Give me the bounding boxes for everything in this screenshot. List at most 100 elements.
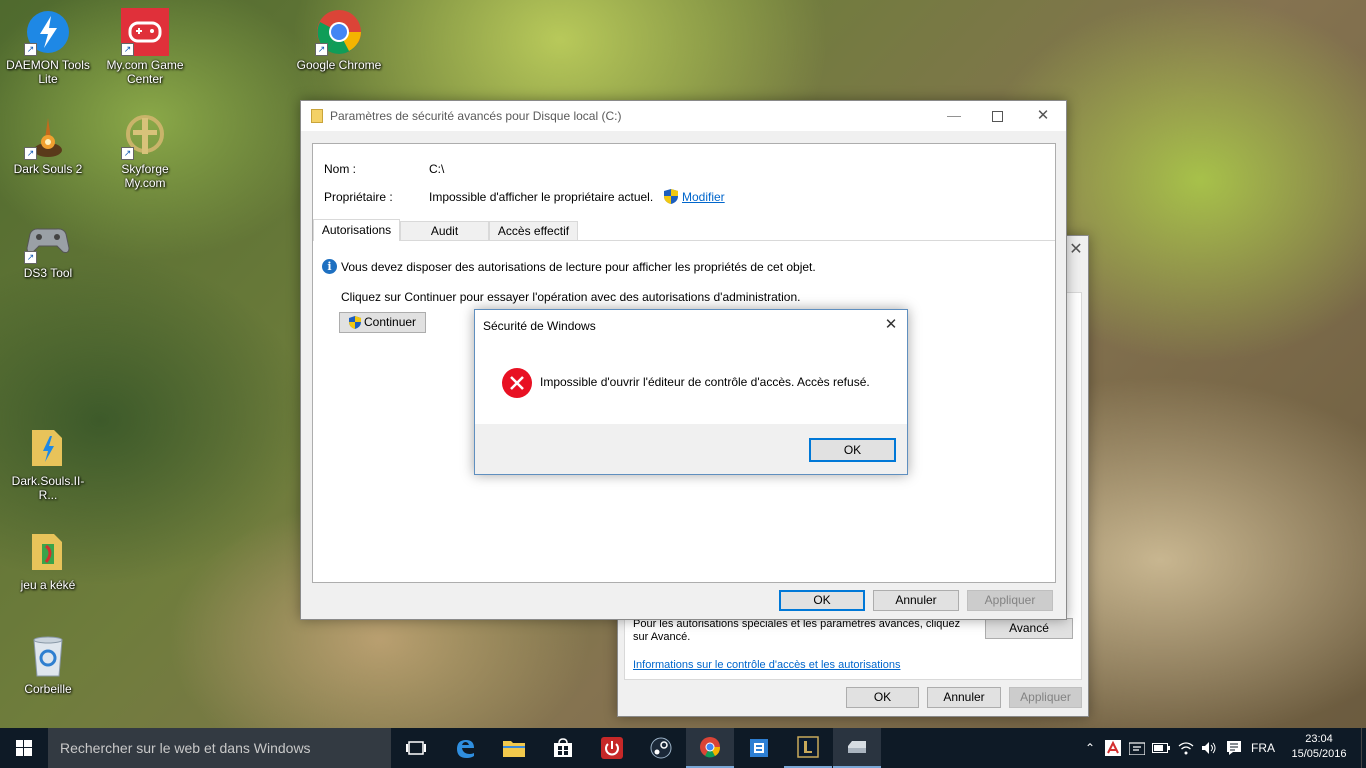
clock[interactable]: 23:04 15/05/2016: [1282, 728, 1356, 768]
antivirus-tray-icon[interactable]: [1102, 728, 1124, 768]
uac-shield-icon: [348, 315, 362, 336]
tab-autorisations[interactable]: Autorisations: [313, 219, 400, 241]
taskbar-chrome[interactable]: [686, 728, 734, 768]
skyforge-icon: ↗: [121, 112, 169, 160]
battery-icon[interactable]: [1150, 728, 1172, 768]
steam-icon: [650, 737, 672, 759]
folder-icon: [503, 741, 525, 757]
taskbar-steam[interactable]: [637, 728, 685, 768]
desktop-icon-label: Google Chrome: [296, 58, 382, 72]
owner-label: Propriétaire :: [324, 190, 393, 204]
desktop-icon-dark-souls-2[interactable]: ↗ Dark Souls 2: [3, 112, 93, 176]
continue-instruction-text: Cliquez sur Continuer pour essayer l'opé…: [341, 290, 801, 304]
windows-security-dialog: Sécurité de Windows ✕ Impossible d'ouvri…: [474, 309, 908, 475]
tab-audit[interactable]: Audit: [400, 221, 489, 241]
taskbar-league[interactable]: [784, 728, 832, 768]
properties-apply-button[interactable]: Appliquer: [1009, 687, 1082, 708]
desktop-icon-label: DS3 Tool: [23, 266, 73, 280]
continue-button-label: Continuer: [364, 315, 417, 329]
properties-close-button[interactable]: ✕: [1066, 240, 1086, 260]
dialog-close-button[interactable]: ✕: [877, 312, 905, 338]
dialog-ok-button[interactable]: OK: [809, 438, 896, 462]
store-icon: [554, 738, 572, 757]
shortcut-arrow-icon: ↗: [315, 43, 328, 56]
task-view-button[interactable]: [392, 728, 440, 768]
power-icon: [601, 737, 623, 759]
show-hidden-icons-button[interactable]: ⌃: [1080, 728, 1100, 768]
desktop-icon-google-chrome[interactable]: ↗ Google Chrome: [294, 8, 384, 72]
window-title: Paramètres de sécurité avancés pour Disq…: [330, 109, 622, 123]
shortcut-arrow-icon: ↗: [24, 43, 37, 56]
title-bar[interactable]: Paramètres de sécurité avancés pour Disq…: [301, 101, 1066, 131]
taskbar-app-blue[interactable]: [735, 728, 783, 768]
tab-divider: [313, 240, 1055, 241]
properties-ok-button[interactable]: OK: [846, 687, 919, 708]
modify-owner-link[interactable]: Modifier: [682, 190, 725, 204]
security-tray-icon[interactable]: [1126, 728, 1148, 768]
volume-icon[interactable]: [1198, 728, 1220, 768]
search-placeholder: Rechercher sur le web et dans Windows: [60, 740, 311, 756]
league-icon: [797, 736, 819, 758]
chrome-icon: [700, 737, 721, 758]
tab-acces-effectif[interactable]: Accès effectif: [489, 221, 578, 241]
permissions-info-text: Vous devez disposer des autorisations de…: [341, 260, 816, 274]
desktop-icon-label: Dark.Souls.II-R...: [11, 474, 85, 502]
taskbar-file-explorer[interactable]: [490, 728, 538, 768]
chrome-icon: ↗: [315, 8, 363, 56]
continue-button[interactable]: Continuer: [339, 312, 426, 333]
drive-icon: [848, 741, 866, 753]
clock-time: 23:04: [1305, 733, 1333, 745]
cancel-button[interactable]: Annuler: [873, 590, 959, 611]
desktop-icon-label: DAEMON Tools Lite: [6, 58, 90, 86]
desktop-icon-ds3-tool[interactable]: ↗ DS3 Tool: [3, 216, 93, 280]
desktop-icon-jeu-a-keke[interactable]: jeu a kéké: [3, 528, 93, 592]
daemon-tools-icon: ↗: [24, 8, 72, 56]
apply-button[interactable]: Appliquer: [967, 590, 1053, 611]
taskbar-power-app[interactable]: [588, 728, 636, 768]
desktop-icon-label: Skyforge My.com: [121, 162, 169, 190]
search-box[interactable]: Rechercher sur le web et dans Windows: [48, 728, 391, 768]
desktop-icon-label: Dark Souls 2: [13, 162, 83, 176]
controller-icon: ↗: [24, 216, 72, 264]
desktop-icon-daemon-tools[interactable]: ↗ DAEMON Tools Lite: [3, 8, 93, 86]
info-icon: i: [322, 259, 337, 274]
advanced-button[interactable]: Avancé: [985, 618, 1073, 639]
desktop-icon-label: Corbeille: [24, 682, 72, 696]
maximize-button[interactable]: [974, 101, 1020, 131]
language-indicator[interactable]: FRA: [1249, 728, 1277, 768]
desktop-icon-label: My.com Game Center: [106, 58, 184, 86]
desktop-icon-label: jeu a kéké: [20, 578, 76, 592]
shortcut-arrow-icon: ↗: [121, 147, 134, 160]
app-icon: [750, 739, 768, 757]
clock-date: 15/05/2016: [1291, 748, 1347, 760]
desktop-icon-skyforge[interactable]: ↗ Skyforge My.com: [100, 112, 190, 190]
minimize-button[interactable]: —: [931, 101, 977, 131]
wifi-icon[interactable]: [1174, 728, 1198, 768]
notification-center-icon[interactable]: [1222, 728, 1246, 768]
access-control-info-link[interactable]: Informations sur le contrôle d'accès et …: [633, 659, 900, 671]
ok-button[interactable]: OK: [779, 590, 865, 611]
shortcut-arrow-icon: ↗: [121, 43, 134, 56]
taskbar: Rechercher sur le web et dans Windows ⌃: [0, 728, 1366, 768]
show-desktop-button[interactable]: [1361, 728, 1366, 768]
shortcut-arrow-icon: ↗: [24, 251, 37, 264]
maximize-icon: [991, 110, 1003, 122]
folder-icon: [24, 528, 72, 576]
taskbar-drive-app[interactable]: [833, 728, 881, 768]
taskbar-edge[interactable]: [441, 728, 489, 768]
start-button[interactable]: [0, 728, 48, 768]
task-view-icon: [406, 741, 426, 755]
special-permissions-text: Pour les autorisations spéciales et les …: [633, 618, 961, 643]
desktop-icon-mycom-game-center[interactable]: ↗ My.com Game Center: [100, 8, 190, 86]
error-icon: [501, 367, 533, 402]
dark-souls-icon: ↗: [24, 112, 72, 160]
desktop-icon-recycle-bin[interactable]: Corbeille: [3, 632, 93, 696]
taskbar-store[interactable]: [539, 728, 587, 768]
properties-cancel-button[interactable]: Annuler: [927, 687, 1001, 708]
shortcut-arrow-icon: ↗: [24, 147, 37, 160]
gamepad-icon: ↗: [121, 8, 169, 56]
desktop-icon-dark-souls-folder[interactable]: Dark.Souls.II-R...: [3, 424, 93, 502]
close-button[interactable]: ✕: [1020, 101, 1066, 131]
edge-icon: [457, 740, 474, 758]
folder-icon: [24, 424, 72, 472]
